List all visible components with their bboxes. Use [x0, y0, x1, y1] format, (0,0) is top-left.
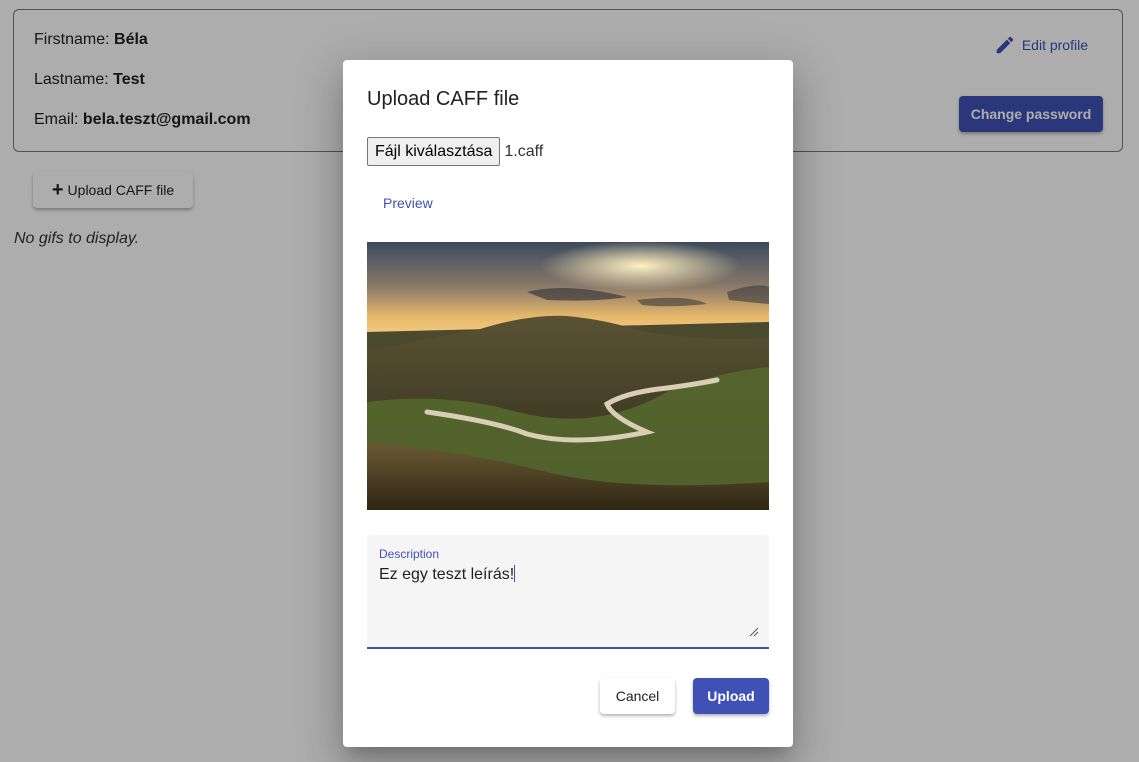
- dialog-title: Upload CAFF file: [367, 88, 520, 110]
- file-input-row: Fájl kiválasztása 1.caff: [367, 137, 543, 166]
- text-caret: [514, 565, 516, 582]
- description-label: Description: [379, 547, 440, 561]
- preview-image: [367, 242, 769, 510]
- resize-grip-icon[interactable]: [749, 627, 759, 637]
- choose-file-button[interactable]: Fájl kiválasztása: [367, 137, 501, 166]
- description-value: Ez egy teszt leírás!: [379, 566, 515, 583]
- upload-dialog: Upload CAFF file Fájl kiválasztása 1.caf…: [343, 60, 793, 747]
- preview-button[interactable]: Preview: [367, 186, 449, 220]
- description-input[interactable]: Ez egy teszt leírás!: [379, 565, 516, 584]
- selected-file-name: 1.caff: [504, 142, 544, 160]
- description-field[interactable]: Description Ez egy teszt leírás!: [367, 535, 769, 649]
- landscape-image: [367, 242, 769, 510]
- upload-button[interactable]: Upload: [693, 678, 769, 714]
- cancel-button[interactable]: Cancel: [600, 678, 675, 714]
